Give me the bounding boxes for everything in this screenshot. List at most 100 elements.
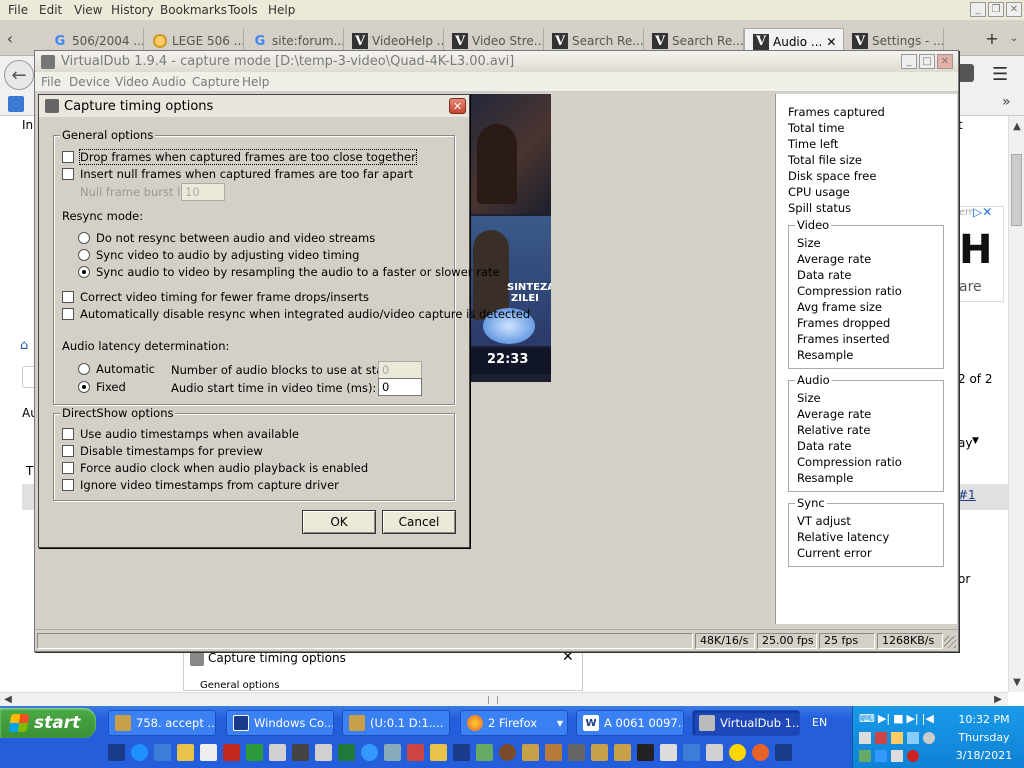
window-icon[interactable]: [706, 744, 723, 761]
clock-date[interactable]: 3/18/2021: [949, 749, 1019, 762]
disable-preview-timestamps-checkbox[interactable]: Disable timestamps for preview: [62, 444, 263, 458]
resync-none-radio[interactable]: Do not resync between audio and video st…: [78, 231, 375, 245]
clock-day[interactable]: Thursday: [949, 731, 1019, 744]
dialog-titlebar[interactable]: Capture timing options ✕: [39, 95, 469, 117]
folder-icon[interactable]: [177, 744, 194, 761]
ad-banner[interactable]: em ▷✕ H are: [958, 205, 1004, 302]
search-bookmark-icon[interactable]: [8, 96, 24, 112]
radio-icon[interactable]: [78, 249, 90, 261]
scroll-right-icon[interactable]: ▶: [990, 691, 1006, 707]
ok-button[interactable]: OK: [302, 510, 376, 534]
floppy-icon[interactable]: [453, 744, 470, 761]
network-icon[interactable]: [384, 744, 401, 761]
menu-history[interactable]: History: [111, 3, 154, 17]
checkbox-icon[interactable]: [62, 428, 74, 440]
tray-app-icon[interactable]: [891, 750, 903, 762]
dropdown-arrow-icon[interactable]: ▼: [972, 436, 979, 446]
start-button[interactable]: start: [0, 708, 96, 738]
desktop-icon[interactable]: [154, 744, 171, 761]
app-icon[interactable]: [476, 744, 493, 761]
radio-selected-icon[interactable]: [78, 266, 90, 278]
scroll-grip[interactable]: [488, 696, 498, 704]
tray-app-icon[interactable]: [859, 750, 871, 762]
menu-tools[interactable]: Tools: [228, 3, 258, 17]
previous-icon[interactable]: |◀: [922, 712, 934, 728]
app-icon[interactable]: [545, 744, 562, 761]
tab-scroll-left-icon[interactable]: ‹: [2, 29, 18, 48]
taskbar-button-torrent[interactable]: (U:0.1 D:1....: [342, 710, 450, 736]
barcode-icon[interactable]: [637, 744, 654, 761]
use-audio-timestamps-checkbox[interactable]: Use audio timestamps when available: [62, 427, 299, 441]
hamburger-menu-icon[interactable]: ☰: [992, 64, 1008, 85]
post-link[interactable]: #1: [958, 488, 976, 502]
taskbar-button-word[interactable]: W A 0061 0097...: [576, 710, 684, 736]
scroll-left-icon[interactable]: ◀: [0, 691, 16, 707]
pdf-icon[interactable]: [223, 744, 240, 761]
checkbox-icon[interactable]: [62, 445, 74, 457]
latency-fixed-radio[interactable]: Fixed: [78, 380, 126, 394]
tab-list-chevron-down-icon[interactable]: ⌄: [1006, 30, 1022, 46]
stop-icon[interactable]: ■: [893, 712, 903, 728]
checkbox-icon[interactable]: [62, 479, 74, 491]
dialog-close-button[interactable]: ✕: [449, 98, 466, 114]
tray-app-icon[interactable]: [875, 750, 887, 762]
radio-selected-icon[interactable]: [78, 381, 90, 393]
tab-close-icon[interactable]: ✕: [826, 35, 836, 49]
menu-file[interactable]: File: [8, 3, 28, 17]
tool-icon[interactable]: [614, 744, 631, 761]
back-arrow-icon[interactable]: ←: [4, 60, 34, 90]
firefox-restore-button[interactable]: ❐: [988, 2, 1004, 17]
checkbox-icon[interactable]: [62, 168, 74, 180]
tray-app-icon[interactable]: [891, 732, 903, 744]
checkbox-icon[interactable]: [62, 308, 74, 320]
vd-menu-capture[interactable]: Capture: [192, 75, 240, 89]
audio-start-time-input[interactable]: 0: [378, 378, 422, 396]
null-burst-input[interactable]: 10: [181, 183, 225, 201]
vd-maximize-button[interactable]: □: [919, 54, 935, 69]
new-tab-plus-icon[interactable]: +: [984, 29, 1000, 48]
taskbar-button-firefox[interactable]: 2 Firefox ▼: [460, 710, 568, 736]
correct-timing-checkbox[interactable]: Correct video timing for fewer frame dro…: [62, 290, 369, 304]
page-horizontal-scrollbar[interactable]: ◀ ▶: [0, 692, 1008, 706]
window-icon[interactable]: [315, 744, 332, 761]
next-icon[interactable]: ▶|: [906, 712, 918, 728]
menu-help[interactable]: Help: [268, 3, 295, 17]
adchoices-icon[interactable]: ▷✕: [973, 205, 992, 219]
uk-flag-icon[interactable]: [108, 744, 125, 761]
page-vertical-scrollbar[interactable]: ▲ ▼: [1008, 116, 1024, 692]
taskbar-button-accept[interactable]: 758. accept ...: [108, 710, 216, 736]
drop-frames-checkbox[interactable]: Drop frames when captured frames are too…: [62, 149, 417, 165]
excel-icon[interactable]: [338, 744, 355, 761]
checkbox-icon[interactable]: [62, 291, 74, 303]
force-audio-clock-checkbox[interactable]: Force audio clock when audio playback is…: [62, 461, 368, 475]
auto-disable-resync-checkbox[interactable]: Automatically disable resync when integr…: [62, 307, 530, 321]
media-player-icon[interactable]: [729, 744, 746, 761]
security-shield-icon[interactable]: [907, 750, 919, 762]
app-icon[interactable]: [499, 744, 516, 761]
ie-icon[interactable]: [131, 744, 148, 761]
vd-menu-video[interactable]: Video: [115, 75, 149, 89]
menu-view[interactable]: View: [74, 3, 102, 17]
window-icon[interactable]: [269, 744, 286, 761]
cancel-button[interactable]: Cancel: [382, 510, 456, 534]
tray-app-icon[interactable]: [923, 732, 935, 744]
bookmarks-overflow-icon[interactable]: »: [1002, 94, 1011, 110]
vd-menu-help[interactable]: Help: [242, 75, 269, 89]
taskbar-button-windows-commander[interactable]: Windows Co...: [226, 710, 334, 736]
tray-app-icon[interactable]: [907, 732, 919, 744]
settings-icon[interactable]: [568, 744, 585, 761]
vd-minimize-button[interactable]: _: [901, 54, 917, 69]
resize-grip-icon[interactable]: [944, 636, 956, 648]
taskbar-button-virtualdub[interactable]: VirtualDub 1...: [692, 710, 800, 736]
home-icon[interactable]: ⌂: [20, 338, 28, 353]
pen-icon[interactable]: [859, 732, 871, 744]
file-icon[interactable]: [200, 744, 217, 761]
menu-bookmarks[interactable]: Bookmarks: [160, 3, 227, 17]
terminal-icon[interactable]: [292, 744, 309, 761]
insert-null-frames-checkbox[interactable]: Insert null frames when captured frames …: [62, 167, 413, 181]
vd-menu-device[interactable]: Device: [69, 75, 110, 89]
tray-app-icon[interactable]: [875, 732, 887, 744]
checkbox-icon[interactable]: [62, 151, 74, 163]
radio-icon[interactable]: [78, 232, 90, 244]
media-icon[interactable]: [407, 744, 424, 761]
